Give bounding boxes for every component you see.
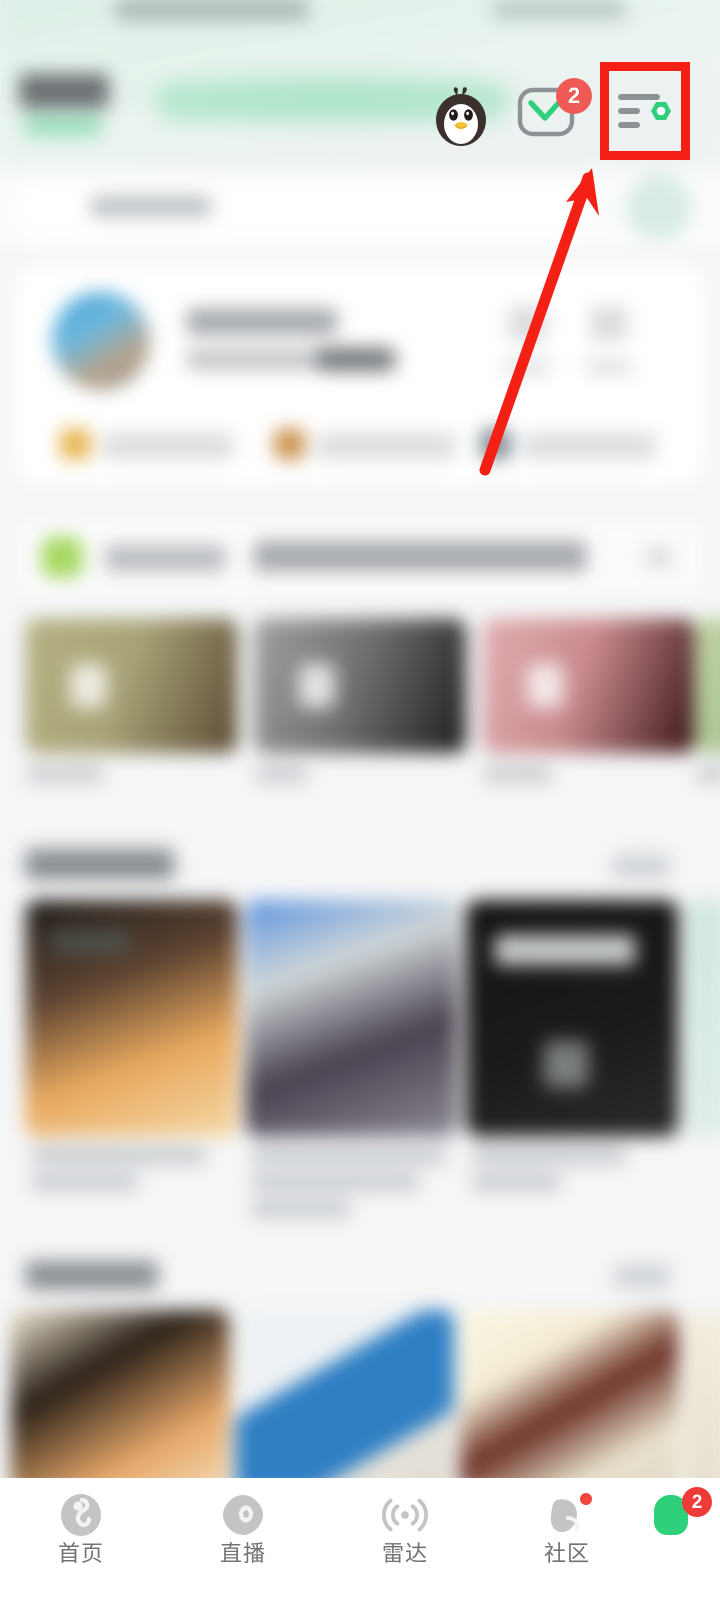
notice-text-blur bbox=[253, 540, 587, 572]
section-more-link[interactable] bbox=[612, 855, 671, 878]
notice-badge-icon bbox=[41, 536, 83, 578]
profile-chip-icon-3 bbox=[480, 428, 511, 460]
content-card[interactable] bbox=[686, 899, 720, 1137]
play-overlay-icon bbox=[70, 663, 108, 709]
profile-stat-label-2 bbox=[586, 359, 632, 375]
play-overlay-icon bbox=[298, 663, 336, 709]
card-caption-blur bbox=[472, 1146, 626, 1165]
profile-chip-icon-2 bbox=[274, 428, 305, 460]
phone-screen: 2 首页 直播 雷达 社区 2 bbox=[0, 0, 720, 1600]
card-caption-blur bbox=[251, 1173, 420, 1191]
nav-item-live[interactable]: 直播 bbox=[162, 1492, 324, 1600]
play-overlay-icon bbox=[527, 663, 564, 709]
media-caption-blur bbox=[255, 765, 307, 783]
community-red-dot bbox=[580, 1493, 592, 1505]
home-note-icon bbox=[58, 1492, 104, 1538]
penguin-mascot-icon[interactable] bbox=[430, 84, 492, 155]
section-title-blur bbox=[25, 1261, 159, 1290]
profile-stat-value-1 bbox=[508, 306, 546, 341]
card-caption-blur bbox=[251, 1199, 350, 1218]
profile-stat-label-1 bbox=[504, 359, 550, 375]
card-logo-blur bbox=[543, 1040, 589, 1088]
media-caption-blur bbox=[484, 765, 552, 783]
media-card[interactable] bbox=[482, 618, 695, 754]
card-caption-blur bbox=[31, 1146, 205, 1165]
card-tag-blur bbox=[49, 928, 130, 956]
content-card[interactable] bbox=[235, 1310, 454, 1494]
nav-item-community[interactable]: 社区 bbox=[486, 1492, 648, 1600]
nav-label-home: 首页 bbox=[57, 1541, 104, 1566]
profile-name-blur bbox=[186, 308, 338, 335]
card-caption-blur bbox=[31, 1173, 138, 1191]
section-title-blur bbox=[25, 848, 175, 880]
content-card[interactable] bbox=[245, 899, 458, 1137]
green-blob-icon: 2 bbox=[654, 1487, 712, 1538]
card-caption-blur bbox=[472, 1173, 560, 1191]
content-card[interactable] bbox=[684, 1310, 720, 1494]
profile-avatar[interactable] bbox=[51, 292, 150, 390]
mail-badge: 2 bbox=[556, 78, 592, 114]
nav-label-radar: 雷达 bbox=[381, 1541, 428, 1566]
profile-chip-2[interactable] bbox=[317, 432, 456, 460]
media-card[interactable] bbox=[694, 618, 720, 754]
media-caption-blur bbox=[27, 765, 103, 783]
nav-item-home[interactable]: 首页 bbox=[0, 1492, 162, 1600]
profile-chip-1[interactable] bbox=[102, 432, 234, 460]
notice-label-blur bbox=[105, 545, 226, 572]
nav-label-live: 直播 bbox=[219, 1541, 266, 1566]
card-tag-blur bbox=[494, 934, 636, 966]
media-card[interactable] bbox=[253, 618, 467, 754]
content-card[interactable] bbox=[459, 1310, 679, 1494]
overflow-badge: 2 bbox=[682, 1487, 712, 1517]
header-icon-row: 2 bbox=[0, 0, 720, 186]
notice-more-icon[interactable] bbox=[645, 547, 673, 568]
profile-tag-blur bbox=[317, 347, 393, 372]
profile-chip-icon-1 bbox=[60, 428, 91, 460]
section-more-link[interactable] bbox=[615, 1265, 671, 1288]
media-card[interactable] bbox=[25, 618, 238, 754]
radar-signal-icon bbox=[382, 1492, 428, 1538]
live-eye-icon bbox=[220, 1492, 266, 1538]
card-caption-blur bbox=[251, 1146, 446, 1165]
profile-stat-value-2 bbox=[590, 306, 628, 341]
list-menu-icon[interactable] bbox=[612, 80, 678, 147]
community-icon bbox=[544, 1492, 592, 1538]
search-placeholder-blur bbox=[90, 196, 212, 217]
blurred-app-content bbox=[0, 0, 720, 1600]
bottom-navigation: 首页 直播 雷达 社区 2 bbox=[0, 1478, 720, 1600]
media-caption-blur bbox=[696, 765, 720, 783]
content-card[interactable] bbox=[11, 1310, 230, 1494]
nav-item-overflow[interactable]: 2 bbox=[648, 1487, 720, 1600]
nav-label-community: 社区 bbox=[543, 1541, 590, 1566]
nav-item-radar[interactable]: 雷达 bbox=[324, 1492, 486, 1600]
profile-chip-3[interactable] bbox=[523, 432, 656, 460]
